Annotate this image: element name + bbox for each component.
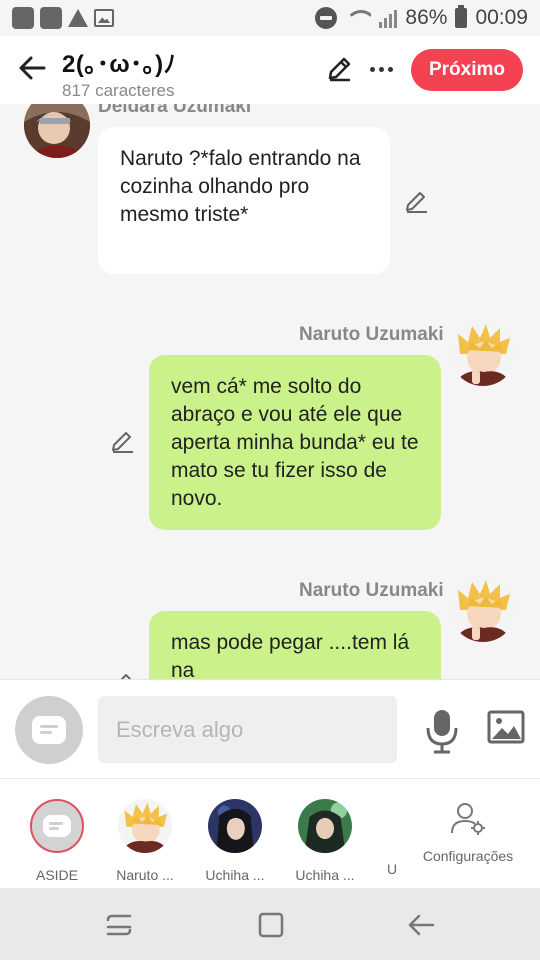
sender-name: Deidara Uzumaki [98, 104, 252, 117]
character-uchiha-1[interactable]: Uchiha ... [200, 799, 270, 883]
composer [0, 679, 540, 778]
character-bar: ASIDE Naruto ... Uchiha ... Uchiha ... U… [0, 778, 540, 888]
pencil-icon [328, 57, 351, 82]
page-title: 2(｡･ω･｡)ﾉ [62, 51, 177, 78]
character-name[interactable]: U [387, 861, 397, 877]
message-bubble[interactable]: vem cá* me solto do abraço e vou até ele… [149, 355, 441, 530]
notification-icon [40, 7, 62, 29]
sender-name: Naruto Uzumaki [299, 580, 444, 601]
next-button[interactable]: Próximo [411, 49, 523, 91]
uchiha-avatar-image [298, 799, 352, 853]
avatar[interactable] [450, 576, 516, 642]
message-input[interactable] [98, 696, 397, 763]
character-count: 817 caracteres [62, 81, 175, 100]
character-name: Uchiha ... [295, 867, 355, 883]
pencil-icon [406, 192, 427, 213]
edit-message-button[interactable] [404, 188, 430, 214]
edit-message-button[interactable] [110, 428, 136, 454]
character-uchiha-2[interactable]: Uchiha ... [290, 799, 360, 883]
back-button[interactable] [16, 52, 48, 84]
status-bar: 86% 00:09 [0, 0, 540, 36]
battery-icon [455, 5, 468, 28]
character-aside[interactable]: ASIDE [22, 799, 92, 883]
avatar [208, 799, 262, 853]
aside-button[interactable] [15, 696, 83, 764]
message-icon [43, 815, 71, 837]
do-not-disturb-icon [315, 7, 338, 29]
chat-area[interactable]: Deidara Uzumaki Naruto ?*falo entrando n… [0, 104, 540, 679]
uchiha-avatar-image [208, 799, 262, 853]
recent-apps-icon [106, 914, 132, 936]
character-naruto[interactable]: Naruto ... [110, 799, 180, 883]
settings-button[interactable]: Configurações [418, 801, 518, 864]
signal-icon [379, 8, 398, 28]
dot-icon [387, 66, 393, 72]
back-arrow-icon [408, 914, 435, 936]
dot-icon [369, 66, 375, 72]
avatar[interactable] [24, 104, 90, 158]
message-text: vem cá* me solto do abraço e vou até ele… [171, 375, 419, 510]
settings-label: Configurações [422, 848, 514, 864]
microphone-button[interactable] [424, 708, 460, 754]
home-button[interactable] [256, 910, 286, 940]
more-options-button[interactable] [366, 54, 396, 84]
avatar[interactable] [450, 320, 516, 386]
edit-button[interactable] [326, 54, 356, 84]
character-name: Uchiha ... [205, 867, 265, 883]
battery-percent: 86% [405, 6, 448, 29]
message-text: Naruto ?*falo entrando na cozinha olhand… [120, 147, 361, 226]
naruto-avatar-image [450, 576, 516, 642]
clock: 00:09 [475, 6, 528, 29]
character-name: Naruto ... [116, 867, 174, 883]
sender-name: Naruto Uzumaki [299, 324, 444, 345]
message-text: mas pode pegar ....tem lá na [171, 631, 410, 679]
pencil-icon [112, 432, 133, 453]
dot-icon [378, 66, 384, 72]
naruto-avatar-image [450, 320, 516, 386]
avatar [118, 799, 172, 853]
gallery-button[interactable] [487, 710, 525, 744]
wifi-icon [345, 8, 372, 28]
message-bubble[interactable]: Naruto ?*falo entrando na cozinha olhand… [98, 127, 390, 274]
microphone-icon [426, 710, 458, 754]
message-bubble[interactable]: mas pode pegar ....tem lá na [149, 611, 441, 679]
edit-message-button[interactable] [110, 670, 136, 679]
image-icon [94, 9, 114, 27]
warning-icon [68, 9, 88, 27]
character-name: ASIDE [35, 867, 78, 883]
message-icon [32, 716, 66, 744]
pencil-icon [120, 674, 131, 679]
deidara-avatar-image [24, 104, 90, 158]
header: 2(｡･ω･｡)ﾉ 817 caracteres Próximo [0, 36, 540, 104]
notification-icon [12, 7, 34, 29]
avatar [298, 799, 352, 853]
naruto-avatar-image [118, 799, 172, 853]
user-settings-icon [451, 803, 485, 835]
system-nav-bar [0, 888, 540, 960]
recent-apps-button[interactable] [104, 910, 134, 940]
image-icon [487, 710, 525, 744]
home-icon [258, 912, 284, 938]
arrow-left-icon [19, 56, 46, 80]
aside-avatar [30, 799, 84, 853]
back-nav-button[interactable] [406, 910, 436, 940]
